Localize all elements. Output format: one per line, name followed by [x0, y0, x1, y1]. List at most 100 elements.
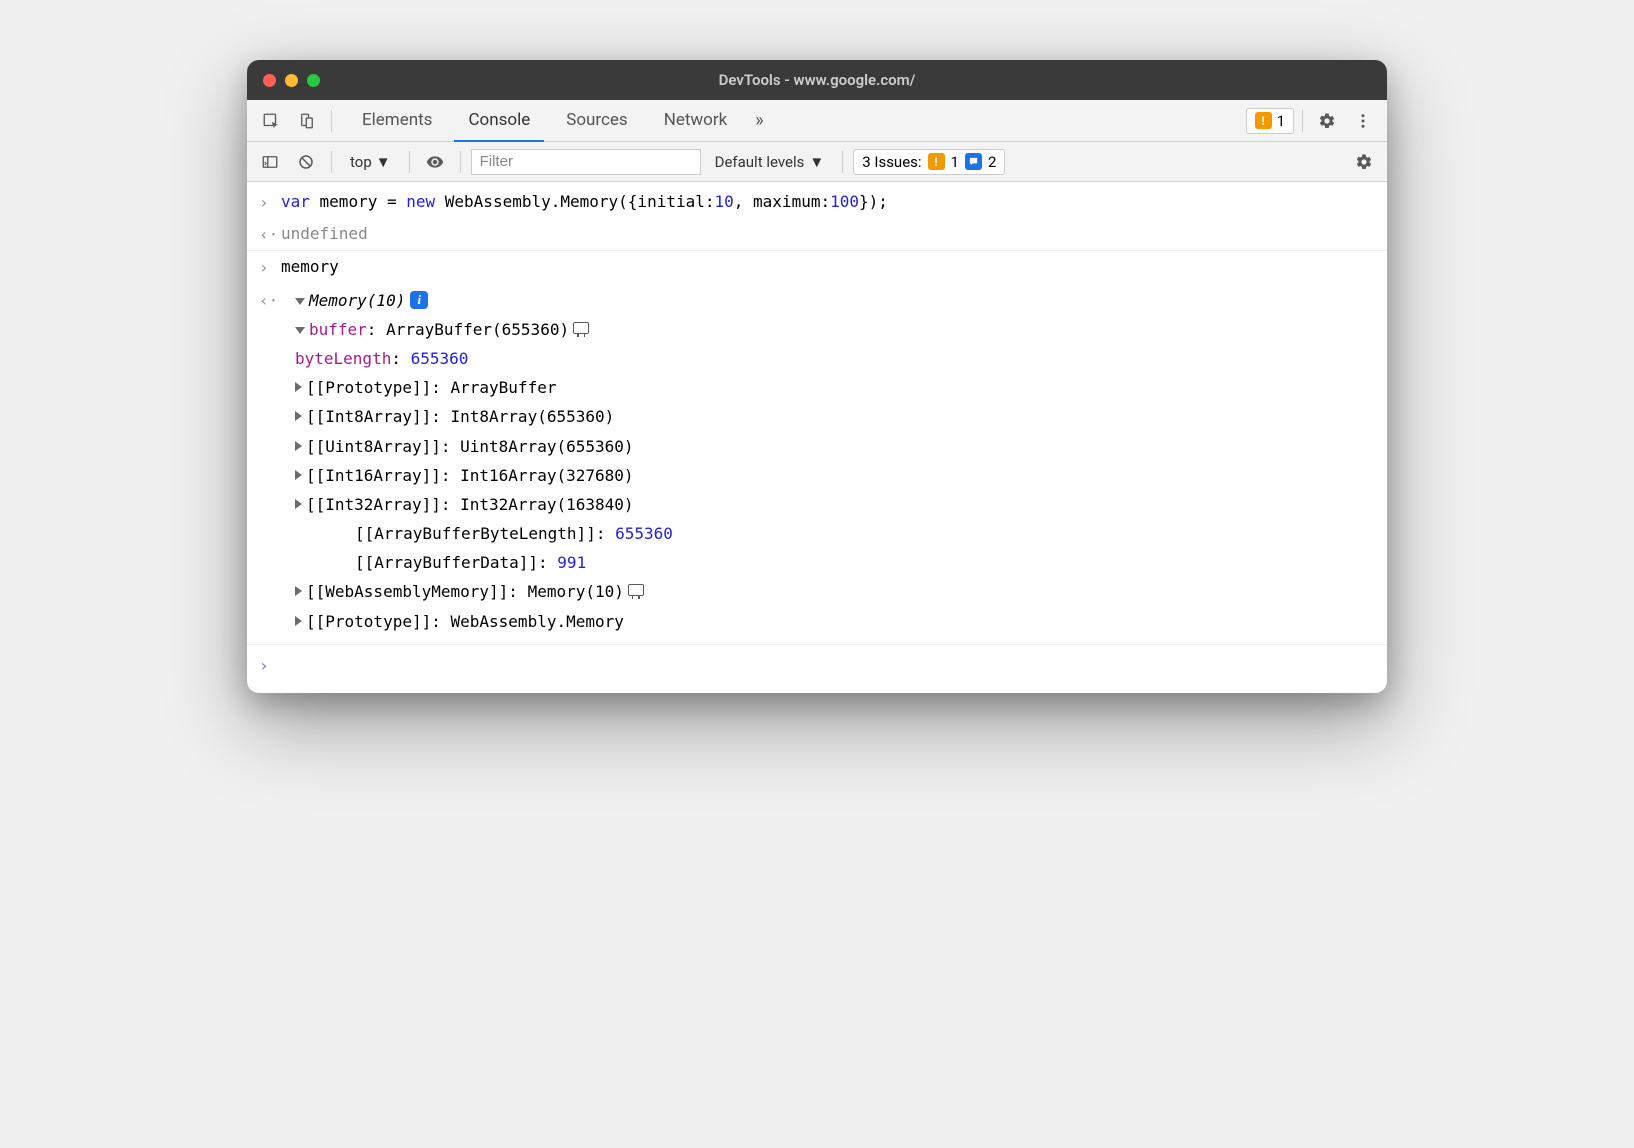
expand-toggle-icon[interactable]: [295, 470, 302, 480]
device-toolbar-icon[interactable]: [291, 105, 323, 137]
tree-node[interactable]: [[Int8Array]]: Int8Array(655360): [295, 402, 1375, 431]
issues-label: 3 Issues:: [862, 153, 921, 171]
console-settings-icon[interactable]: [1349, 147, 1379, 177]
output-marker-icon: ‹·: [259, 286, 281, 314]
prop-name: [[Int8Array]]: [306, 407, 431, 426]
prop-value: : Int8Array(655360): [431, 407, 614, 426]
divider: [842, 151, 843, 173]
log-levels-selector[interactable]: Default levels ▼: [707, 153, 833, 171]
tree-node[interactable]: Memory(10) i: [295, 286, 1375, 315]
code-line[interactable]: var memory = new WebAssembly.Memory({ini…: [281, 188, 1375, 215]
window-title: DevTools - www.google.com/: [247, 71, 1387, 89]
console-return-line: ‹· Memory(10) i buffer: ArrayBuffer(65536…: [247, 284, 1387, 638]
console-sidebar-toggle-icon[interactable]: [255, 147, 285, 177]
kebab-menu-icon[interactable]: [1347, 105, 1379, 137]
tree-leaf[interactable]: [[ArrayBufferByteLength]]: 655360: [295, 519, 1375, 548]
prop-value: : ArrayBuffer: [431, 378, 556, 397]
tree-leaf[interactable]: [[ArrayBufferData]]: 991: [295, 548, 1375, 577]
info-icon[interactable]: i: [410, 291, 428, 309]
dropdown-caret-icon: ▼: [376, 153, 391, 171]
expand-toggle-icon[interactable]: [295, 586, 302, 596]
info-count: 2: [988, 153, 996, 171]
tree-node[interactable]: [[Uint8Array]]: Uint8Array(655360): [295, 432, 1375, 461]
expand-toggle-icon[interactable]: [295, 327, 305, 334]
traffic-lights: [263, 74, 320, 87]
input-marker-icon: ›: [259, 188, 281, 216]
console-input-line: › memory: [247, 251, 1387, 283]
more-tabs-button[interactable]: »: [745, 110, 773, 131]
issues-count: 1: [1277, 112, 1285, 130]
warning-icon: !: [928, 153, 945, 170]
object-header: Memory(10): [309, 291, 405, 310]
console-input-line: › var memory = new WebAssembly.Memory({i…: [247, 186, 1387, 218]
tab-network[interactable]: Network: [650, 100, 742, 142]
console-return-line: ‹· undefined: [247, 218, 1387, 251]
tree-node[interactable]: buffer: ArrayBuffer(655360): [295, 315, 1375, 344]
expand-toggle-icon[interactable]: [295, 441, 302, 451]
tree-node[interactable]: [[Int32Array]]: Int32Array(163840): [295, 490, 1375, 519]
prop-name: byteLength: [295, 349, 391, 368]
code-line[interactable]: memory: [281, 253, 1375, 280]
tree-leaf[interactable]: byteLength: 655360: [295, 344, 1375, 373]
console-output: › var memory = new WebAssembly.Memory({i…: [247, 182, 1387, 693]
expand-toggle-icon[interactable]: [295, 616, 302, 626]
prop-name: [[ArrayBufferData]]: [355, 553, 538, 572]
tree-node[interactable]: [[Prototype]]: WebAssembly.Memory: [295, 607, 1375, 636]
console-prompt[interactable]: ›: [247, 644, 1387, 681]
maximize-window-button[interactable]: [307, 74, 320, 87]
prop-name: [[Prototype]]: [306, 612, 431, 631]
expand-toggle-icon[interactable]: [295, 382, 302, 392]
filter-input[interactable]: [471, 149, 701, 175]
memory-inspector-icon[interactable]: [628, 584, 644, 596]
divider: [460, 151, 461, 173]
divider: [331, 151, 332, 173]
prop-name: buffer: [309, 320, 367, 339]
devtools-window: DevTools - www.google.com/ Elements Cons…: [247, 60, 1387, 693]
prop-name: [[Int32Array]]: [306, 495, 441, 514]
issues-chip[interactable]: ! 1: [1246, 108, 1294, 134]
expand-toggle-icon[interactable]: [295, 499, 302, 509]
output-marker-icon: ‹·: [259, 220, 281, 248]
titlebar: DevTools - www.google.com/: [247, 60, 1387, 100]
expand-toggle-icon[interactable]: [295, 298, 305, 305]
divider: [1302, 110, 1303, 132]
tabs: Elements Console Sources Network: [348, 100, 741, 142]
prop-value: : ArrayBuffer(655360): [367, 320, 569, 339]
info-icon: [965, 153, 982, 170]
prop-value: : Int32Array(163840): [441, 495, 634, 514]
prop-value: : WebAssembly.Memory: [431, 612, 624, 631]
tree-node[interactable]: [[WebAssemblyMemory]]: Memory(10): [295, 577, 1375, 606]
divider: [331, 110, 332, 132]
live-expression-icon[interactable]: [420, 147, 450, 177]
prompt-icon: ›: [259, 651, 281, 679]
return-value: undefined: [281, 220, 1375, 247]
expand-toggle-icon[interactable]: [295, 411, 302, 421]
tab-elements[interactable]: Elements: [348, 100, 446, 142]
input-marker-icon: ›: [259, 253, 281, 281]
issues-summary[interactable]: 3 Issues: ! 1 2: [853, 149, 1005, 175]
prop-value: : Memory(10): [508, 582, 624, 601]
prop-value: 991: [557, 553, 586, 572]
clear-console-icon[interactable]: [291, 147, 321, 177]
tree-node[interactable]: [[Prototype]]: ArrayBuffer: [295, 373, 1375, 402]
main-tabbar: Elements Console Sources Network » ! 1: [247, 100, 1387, 142]
tab-sources[interactable]: Sources: [552, 100, 641, 142]
minimize-window-button[interactable]: [285, 74, 298, 87]
memory-inspector-icon[interactable]: [573, 322, 589, 334]
tree-node[interactable]: [[Int16Array]]: Int16Array(327680): [295, 461, 1375, 490]
context-selector[interactable]: top ▼: [342, 150, 399, 174]
tab-console[interactable]: Console: [454, 100, 544, 142]
prop-name: [[Prototype]]: [306, 378, 431, 397]
settings-icon[interactable]: [1311, 105, 1343, 137]
prop-value: 655360: [411, 349, 469, 368]
object-tree: Memory(10)i buffer: ArrayBuffer(655360) …: [281, 286, 1375, 636]
prop-value: : Uint8Array(655360): [441, 437, 634, 456]
prop-value: 655360: [615, 524, 673, 543]
prop-value: : Int16Array(327680): [441, 466, 634, 485]
prop-name: [[Uint8Array]]: [306, 437, 441, 456]
levels-label: Default levels: [715, 153, 805, 171]
close-window-button[interactable]: [263, 74, 276, 87]
divider: [409, 151, 410, 173]
inspect-element-icon[interactable]: [255, 105, 287, 137]
context-label: top: [350, 153, 372, 171]
